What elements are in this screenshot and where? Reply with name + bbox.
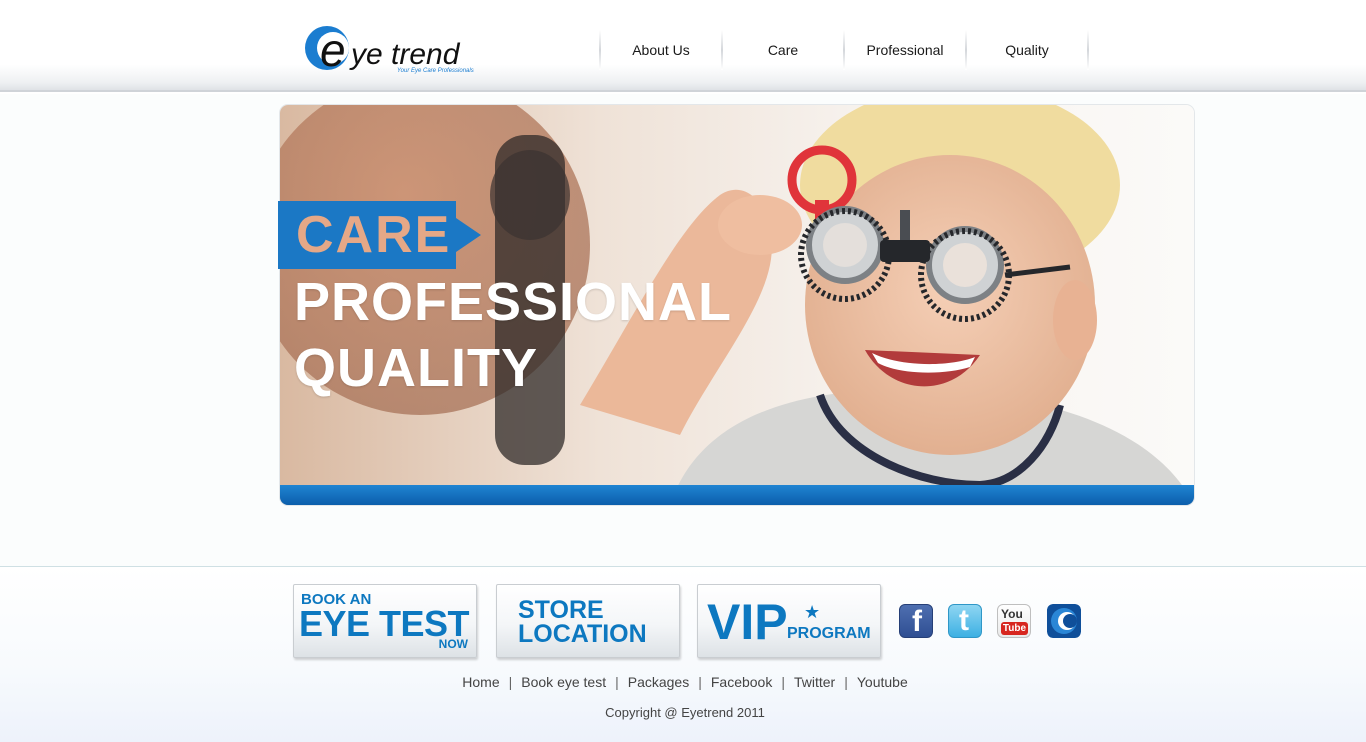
nav-care[interactable]: Care [723,30,843,70]
footer-link-separator: | [844,674,848,690]
footer-link-separator: | [615,674,619,690]
nav-divider [1087,30,1089,70]
eyetrend-icon[interactable] [1047,604,1081,638]
footer-link-book-eye-test[interactable]: Book eye test [521,674,606,690]
youtube-icon[interactable]: You Tube [997,604,1031,638]
copyright-text: Copyright @ Eyetrend 2011 [605,705,765,720]
nav-quality[interactable]: Quality [967,30,1087,70]
hero-line-quality: QUALITY [294,338,538,398]
logo-tagline: Your Eye Care Professionals [397,68,474,74]
facebook-icon[interactable]: f [899,604,933,638]
vip-program-main: VIP [707,594,788,650]
footer-link-twitter[interactable]: Twitter [794,674,835,690]
vip-program-sub: PROGRAM [787,625,871,642]
site-header: e ye trend Your Eye Care Professionals A… [0,0,1366,92]
vip-program-button[interactable]: VIP ★ PROGRAM [697,584,881,658]
hero-line-care: CARE [296,206,452,264]
footer-link-youtube[interactable]: Youtube [857,674,908,690]
twitter-icon[interactable]: t [948,604,982,638]
footer-links: Home | Book eye test | Packages | Facebook | Twi… [0,674,1366,690]
footer-link-home[interactable]: Home [462,674,499,690]
logo-word: ye trend [349,38,461,71]
footer-link-separator: | [781,674,785,690]
care-tag-arrow [456,218,481,252]
main-nav: About Us Care Professional Quality [599,30,1089,70]
svg-text:e: e [320,24,346,76]
footer-link-separator: | [698,674,702,690]
eyetrend-logo[interactable]: e ye trend Your Eye Care Professionals [305,22,490,80]
store-location-button[interactable]: STORE LOCATION [496,584,680,658]
footer-link-facebook[interactable]: Facebook [711,674,772,690]
nav-professional[interactable]: Professional [845,30,965,70]
footer-link-separator: | [508,674,513,690]
vip-star-icon: ★ [804,602,821,622]
hero-bottom-bar [280,485,1194,505]
book-eye-test-button[interactable]: BOOK AN EYE TEST NOW [293,584,477,658]
hero-line-professional: PROFESSIONAL [294,272,733,332]
footer-link-packages[interactable]: Packages [628,674,689,690]
store-location-line2: LOCATION [518,620,647,648]
book-eye-test-sub: NOW [438,637,468,651]
nav-about-us[interactable]: About Us [601,30,721,70]
